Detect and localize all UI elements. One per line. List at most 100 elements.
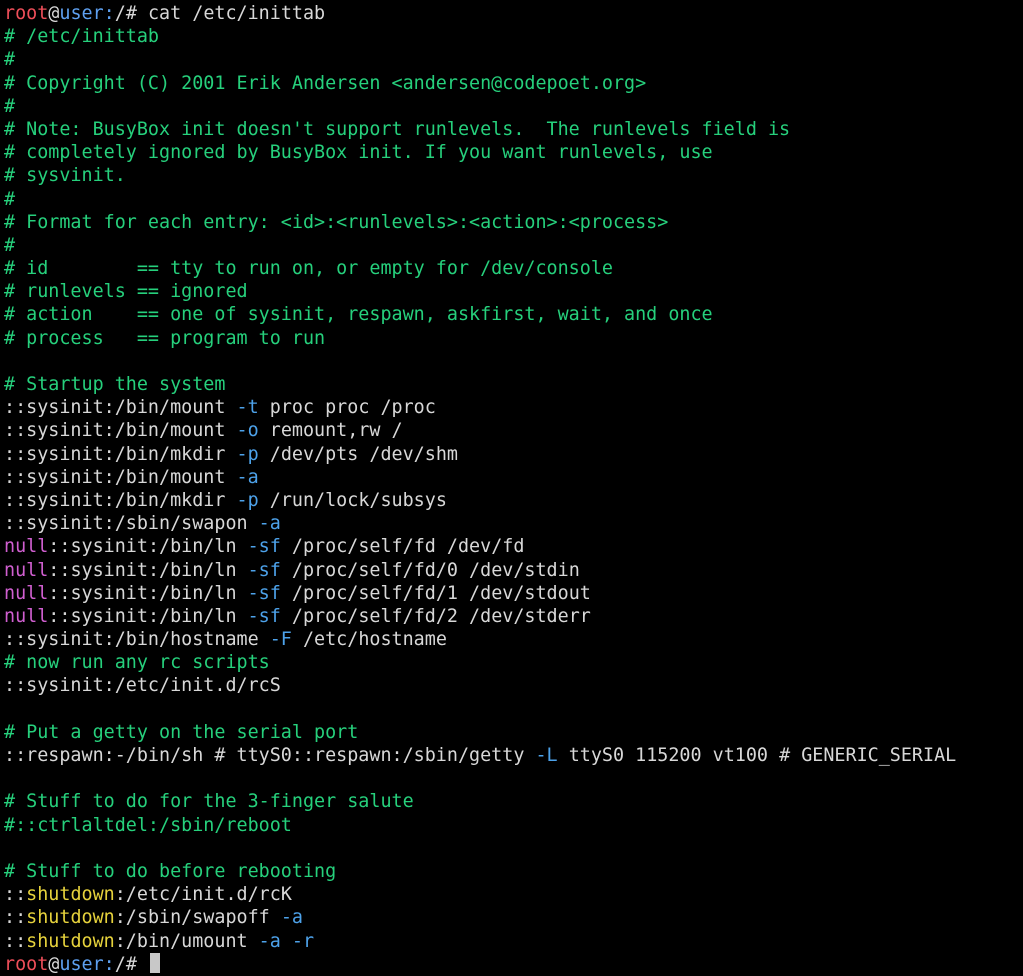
terminal-text-segment: -a — [258, 930, 281, 952]
terminal-text-segment: user: — [59, 3, 115, 24]
terminal-text-segment: ::sysinit:/bin/hostname — [4, 629, 270, 651]
terminal-line: #::ctrlaltdel:/sbin/reboot — [4, 814, 1023, 837]
terminal-text-segment: null — [4, 559, 49, 581]
terminal-line: ::sysinit:/etc/init.d/rcS — [4, 674, 1023, 697]
terminal-text-segment: @ — [48, 953, 60, 975]
terminal-line: null::sysinit:/bin/ln -sf /proc/self/fd/… — [4, 559, 1023, 582]
terminal-line: # Note: BusyBox init doesn't support run… — [4, 118, 1023, 141]
terminal-text-segment: -r — [291, 930, 315, 952]
terminal-text-segment: :: — [4, 907, 27, 929]
terminal-text-segment: null — [4, 582, 49, 604]
terminal-text-segment: # /etc/inittab — [4, 26, 160, 48]
terminal-text-segment: ::sysinit:/bin/mount — [4, 466, 237, 488]
terminal-text-segment: # Stuff to do for the 3-finger salute — [4, 791, 414, 813]
terminal-line: null::sysinit:/bin/ln -sf /proc/self/fd … — [4, 535, 1023, 558]
terminal-text-segment: -sf — [247, 605, 281, 627]
terminal-line: # Startup the system — [4, 373, 1023, 396]
terminal-text-segment: ::sysinit:/bin/mkdir — [4, 489, 237, 511]
terminal-text-segment: shutdown — [26, 930, 115, 952]
terminal-line: # runlevels == ignored — [4, 280, 1023, 303]
terminal-line: # now run any rc scripts — [4, 651, 1023, 674]
terminal-text-segment: ::sysinit:/bin/ln — [48, 536, 248, 558]
terminal-text-segment: -a — [236, 466, 259, 488]
terminal-line: # Put a getty on the serial port — [4, 721, 1023, 744]
terminal-text-segment: # — [4, 234, 16, 256]
terminal-text-segment: -L — [535, 745, 558, 766]
terminal-text-segment: -t — [236, 397, 259, 419]
terminal-text-segment: # completely ignored by BusyBox init. If… — [4, 142, 713, 164]
terminal-line: # Format for each entry: <id>:<runlevels… — [4, 211, 1023, 234]
terminal-line: ::sysinit:/bin/mkdir -p /dev/pts /dev/sh… — [4, 443, 1023, 466]
terminal-line: # Stuff to do for the 3-finger salute — [4, 790, 1023, 813]
terminal-text-segment: :: — [4, 930, 27, 952]
terminal-line: ::sysinit:/bin/mkdir -p /run/lock/subsys — [4, 489, 1023, 512]
terminal-text-segment: # Put a getty on the serial port — [4, 721, 359, 743]
terminal-text-segment: :/bin/umount — [114, 930, 259, 952]
terminal-text-segment: ::sysinit:/sbin/swapon — [4, 513, 259, 535]
terminal-line: # /etc/inittab — [4, 25, 1023, 48]
terminal-text-segment: # — [4, 95, 16, 117]
terminal-text-segment: null — [4, 605, 49, 627]
terminal-line: ::shutdown:/bin/umount -a -r — [4, 930, 1023, 953]
terminal-text-segment: /run/lock/subsys — [258, 489, 447, 511]
terminal-text-segment: # sysvinit. — [4, 165, 126, 187]
terminal-text-segment: # — [4, 188, 16, 210]
terminal-text-segment: :/sbin/swapoff — [114, 907, 281, 929]
terminal-line: root@user:/# cat /etc/inittab — [4, 2, 1023, 25]
terminal-text-segment: -p — [236, 489, 259, 511]
terminal-text-segment: /proc/self/fd/1 /dev/stdout — [280, 582, 591, 604]
terminal-line: null::sysinit:/bin/ln -sf /proc/self/fd/… — [4, 582, 1023, 605]
terminal-text-segment: ::sysinit:/bin/mkdir — [4, 443, 237, 465]
terminal-text-segment: user: — [59, 953, 115, 975]
terminal-line: # process == program to run — [4, 327, 1023, 350]
terminal-line: ::respawn:-/bin/sh # ttyS0::respawn:/sbi… — [4, 744, 1023, 767]
terminal-text-segment: /proc/self/fd/2 /dev/stderr — [280, 605, 591, 627]
terminal-line: ::sysinit:/sbin/swapon -a — [4, 512, 1023, 535]
terminal-text-segment: -F — [269, 629, 292, 651]
terminal-text-segment: -a — [258, 513, 281, 535]
terminal-text-segment: # Format for each entry: <id>:<runlevels… — [4, 211, 669, 233]
terminal-text-segment: # Copyright (C) 2001 Erik Andersen <ande… — [4, 72, 647, 94]
terminal-line: ::sysinit:/bin/mount -t proc proc /proc — [4, 396, 1023, 419]
terminal-text-segment: ::sysinit:/bin/ln — [48, 559, 248, 581]
terminal-line: # sysvinit. — [4, 164, 1023, 187]
terminal-text-segment: shutdown — [26, 884, 115, 906]
terminal-text-segment: /proc/self/fd/0 /dev/stdin — [280, 559, 580, 581]
terminal-text-segment: root — [4, 953, 49, 975]
terminal-line: # Stuff to do before rebooting — [4, 860, 1023, 883]
terminal-text-segment: # process == program to run — [4, 327, 326, 349]
terminal-text-segment: ::sysinit:/bin/mount — [4, 420, 237, 442]
terminal-text-segment: # Note: BusyBox init doesn't support run… — [4, 118, 791, 140]
terminal-text-segment: /# — [114, 953, 148, 975]
terminal-line: root@user:/# — [4, 952, 1023, 976]
terminal-cursor — [149, 952, 160, 973]
terminal-text-segment: root — [4, 3, 49, 24]
terminal-line: # action == one of sysinit, respawn, ask… — [4, 303, 1023, 326]
terminal-line: ::sysinit:/bin/hostname -F /etc/hostname — [4, 628, 1023, 651]
terminal-text-segment: # Startup the system — [4, 374, 226, 395]
terminal-text-segment: -sf — [247, 536, 281, 558]
terminal-text-segment: -p — [236, 443, 259, 465]
terminal-text-segment: /etc/hostname — [291, 629, 447, 651]
terminal-line: # — [4, 48, 1023, 71]
terminal-text-segment: ::sysinit:/bin/mount — [4, 397, 237, 419]
terminal-text-segment: ::sysinit:/bin/ln — [48, 582, 248, 604]
terminal-text-segment: # runlevels == ignored — [4, 281, 248, 303]
terminal-line: # completely ignored by BusyBox init. If… — [4, 141, 1023, 164]
terminal-text-segment: # now run any rc scripts — [4, 652, 270, 674]
terminal-text-segment: ::respawn:-/bin/sh # ttyS0::respawn:/sbi… — [4, 745, 536, 766]
terminal-window[interactable]: root@user:/# cat /etc/inittab # /etc/init… — [0, 0, 1023, 975]
terminal-text-segment: @ — [48, 3, 60, 24]
terminal-text-segment: # id == tty to run on, or empty for /dev… — [4, 258, 613, 280]
terminal-text-segment: :/etc/init.d/rcK — [114, 884, 292, 906]
terminal-text-segment: shutdown — [26, 907, 115, 929]
terminal-text-segment: # — [4, 49, 16, 71]
terminal-line: # — [4, 234, 1023, 257]
terminal-text-segment: null — [4, 536, 49, 558]
terminal-text-segment: -sf — [247, 582, 281, 604]
terminal-text-segment: ::sysinit:/etc/init.d/rcS — [4, 675, 281, 697]
